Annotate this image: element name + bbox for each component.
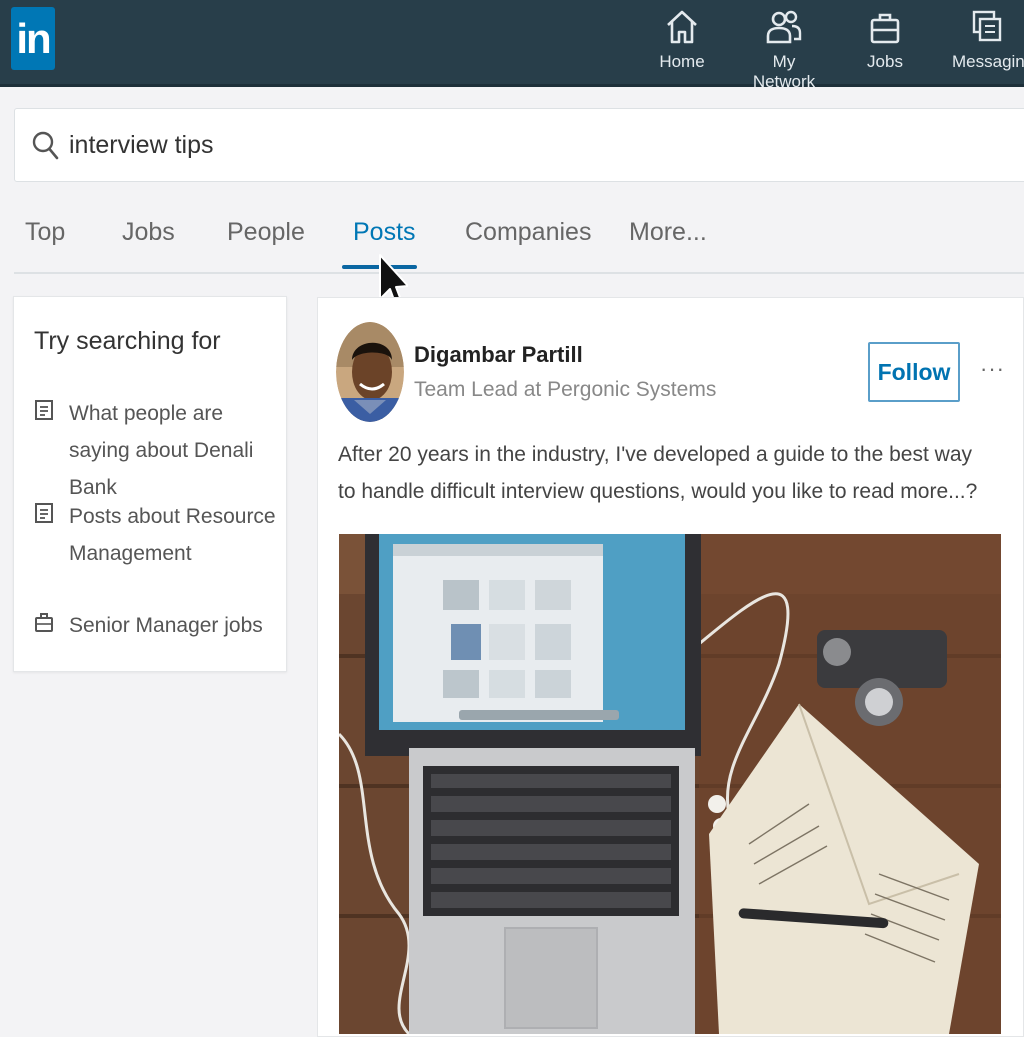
document-icon xyxy=(35,503,53,523)
nav-home[interactable]: Home xyxy=(652,8,712,78)
search-result-tabs: Top Jobs People Posts Companies More... xyxy=(14,208,1024,274)
tab-people[interactable]: People xyxy=(227,218,305,247)
author-headline: Team Lead at Pergonic Systems xyxy=(414,378,717,401)
tab-companies[interactable]: Companies xyxy=(465,218,591,247)
nav-messaging-label: Messaging xyxy=(952,52,1024,71)
tab-posts[interactable]: Posts xyxy=(353,218,416,247)
avatar[interactable] xyxy=(336,322,404,422)
tab-more[interactable]: More... xyxy=(629,218,707,247)
nav-jobs[interactable]: Jobs xyxy=(862,8,908,78)
suggestion-label: Senior Manager jobs xyxy=(69,614,263,637)
more-options-icon[interactable]: ··· xyxy=(980,356,1005,382)
search-input[interactable] xyxy=(69,123,769,167)
messaging-icon xyxy=(972,10,1002,42)
search-icon xyxy=(32,131,59,160)
try-searching-title: Try searching for xyxy=(34,327,221,355)
post-image[interactable] xyxy=(339,534,1001,1034)
author-name[interactable]: Digambar Partill xyxy=(414,342,583,368)
nav-jobs-label: Jobs xyxy=(867,52,903,71)
post-card: Digambar Partill Team Lead at Pergonic S… xyxy=(317,297,1024,1037)
nav-my-network[interactable]: My Network xyxy=(741,8,827,91)
briefcase-icon xyxy=(35,613,53,632)
try-searching-card: Try searching for What people are saying… xyxy=(13,296,287,672)
post-body-text: After 20 years in the industry, I've dev… xyxy=(338,443,978,503)
nav-my-network-label: My Network xyxy=(752,52,816,91)
document-icon xyxy=(35,400,53,420)
home-icon xyxy=(667,10,697,44)
nav-messaging[interactable]: Messaging xyxy=(952,8,1024,78)
network-icon xyxy=(766,10,802,44)
suggestion-label: What people are saying about Denali Bank xyxy=(69,402,254,499)
tab-top[interactable]: Top xyxy=(25,218,65,247)
nav-home-label: Home xyxy=(659,52,705,71)
briefcase-icon xyxy=(870,13,900,44)
linkedin-logo[interactable]: in xyxy=(11,7,55,70)
tab-jobs[interactable]: Jobs xyxy=(122,218,175,247)
suggestion-label: Posts about Resource Management xyxy=(69,505,276,565)
follow-button[interactable]: Follow xyxy=(868,342,960,402)
search-bar[interactable] xyxy=(14,108,1024,182)
top-nav-bar: in Home My Network Jobs Messaging xyxy=(0,0,1024,91)
